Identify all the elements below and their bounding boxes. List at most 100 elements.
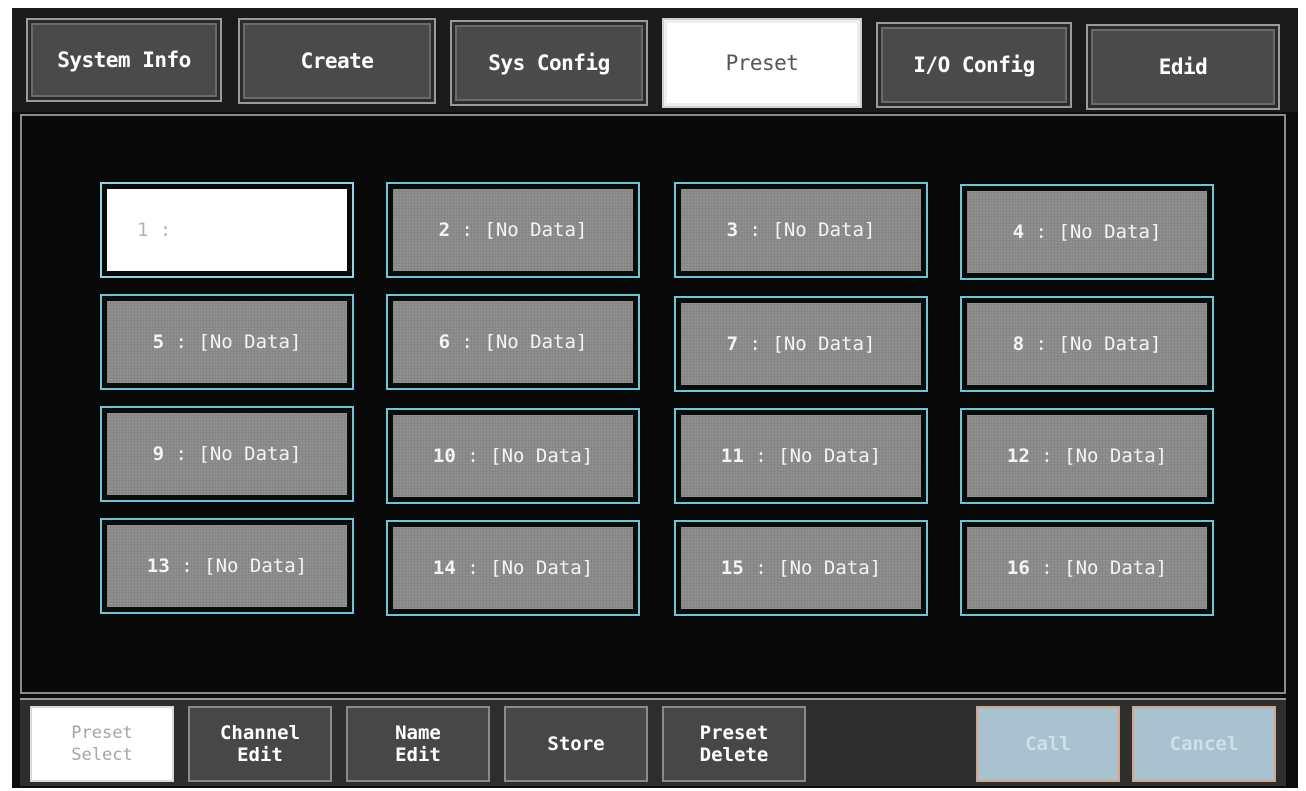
- preset-name: [No Data]: [1058, 333, 1162, 355]
- preset-select-button[interactable]: Preset Select: [30, 706, 174, 782]
- preset-button-2[interactable]: 2 : [No Data]: [386, 182, 640, 278]
- preset-number: 7: [726, 333, 739, 355]
- button-label-line: Delete: [699, 744, 769, 766]
- preset-face: 6 : [No Data]: [393, 301, 633, 383]
- preset-face: 14 : [No Data]: [393, 527, 633, 609]
- preset-delete-button[interactable]: Preset Delete: [662, 706, 806, 782]
- button-label-line: Edit: [395, 744, 441, 766]
- preset-number: 10: [432, 445, 456, 467]
- preset-number: 13: [146, 555, 170, 577]
- preset-button-12[interactable]: 12 : [No Data]: [960, 408, 1214, 504]
- button-label-line: Preset: [71, 723, 133, 743]
- preset-face: 15 : [No Data]: [681, 527, 921, 609]
- preset-face: 16 : [No Data]: [967, 527, 1207, 609]
- preset-separator: :: [1024, 333, 1059, 355]
- preset-face: 4 : [No Data]: [967, 191, 1207, 273]
- preset-button-8[interactable]: 8 : [No Data]: [960, 296, 1214, 392]
- preset-separator: :: [1029, 557, 1065, 579]
- preset-name: [No Data]: [1064, 445, 1168, 467]
- tab-edid[interactable]: Edid: [1086, 24, 1280, 110]
- preset-number: 4: [1012, 221, 1025, 243]
- preset-button-5[interactable]: 5 : [No Data]: [100, 294, 354, 390]
- preset-separator: :: [455, 557, 491, 579]
- preset-face: 8 : [No Data]: [967, 303, 1207, 385]
- preset-face: 13 : [No Data]: [107, 525, 347, 607]
- preset-number: 5: [152, 331, 165, 353]
- preset-separator: :: [169, 555, 205, 577]
- preset-number: 15: [720, 557, 744, 579]
- preset-separator: :: [455, 445, 491, 467]
- preset-number: 8: [1012, 333, 1025, 355]
- preset-button-1[interactable]: 1 :: [100, 182, 354, 278]
- cancel-button[interactable]: Cancel: [1132, 706, 1276, 782]
- preset-button-13[interactable]: 13 : [No Data]: [100, 518, 354, 614]
- preset-name: [No Data]: [1064, 557, 1168, 579]
- bottom-action-bar: Preset Select Channel Edit Name Edit Sto…: [20, 698, 1286, 786]
- store-button[interactable]: Store: [504, 706, 648, 782]
- preset-button-9[interactable]: 9 : [No Data]: [100, 406, 354, 502]
- channel-edit-button[interactable]: Channel Edit: [188, 706, 332, 782]
- button-label-line: Select: [71, 745, 133, 765]
- preset-name: [No Data]: [778, 557, 882, 579]
- preset-number: 16: [1006, 557, 1030, 579]
- preset-name: [No Data]: [484, 219, 588, 241]
- preset-button-4[interactable]: 4 : [No Data]: [960, 184, 1214, 280]
- preset-separator: :: [1024, 221, 1059, 243]
- preset-number: 14: [432, 557, 456, 579]
- preset-face: 12 : [No Data]: [967, 415, 1207, 497]
- preset-button-7[interactable]: 7 : [No Data]: [674, 296, 928, 392]
- name-edit-button[interactable]: Name Edit: [346, 706, 490, 782]
- preset-button-15[interactable]: 15 : [No Data]: [674, 520, 928, 616]
- preset-number: 1: [137, 219, 149, 241]
- tab-bar: System Info Create Sys Config Preset I/O…: [12, 8, 1298, 112]
- preset-name: [No Data]: [198, 443, 302, 465]
- preset-button-11[interactable]: 11 : [No Data]: [674, 408, 928, 504]
- preset-button-3[interactable]: 3 : [No Data]: [674, 182, 928, 278]
- preset-face: 5 : [No Data]: [107, 301, 347, 383]
- preset-name: [No Data]: [772, 219, 876, 241]
- preset-name: [No Data]: [198, 331, 302, 353]
- tab-preset[interactable]: Preset: [662, 18, 862, 108]
- preset-separator: :: [1029, 445, 1065, 467]
- call-button[interactable]: Call: [976, 706, 1120, 782]
- preset-face: 9 : [No Data]: [107, 413, 347, 495]
- button-label-line: Preset: [699, 722, 769, 744]
- preset-button-16[interactable]: 16 : [No Data]: [960, 520, 1214, 616]
- preset-separator: :: [738, 219, 773, 241]
- tab-io-config[interactable]: I/O Config: [876, 22, 1072, 108]
- button-label-line: Channel: [219, 722, 301, 744]
- button-label-line: Edit: [237, 744, 283, 766]
- preset-face: 2 : [No Data]: [393, 189, 633, 271]
- preset-separator: :: [743, 557, 779, 579]
- preset-button-10[interactable]: 10 : [No Data]: [386, 408, 640, 504]
- tab-create[interactable]: Create: [238, 18, 436, 104]
- preset-panel: 1 : 2 : [No Data] 3 : [No Data] 4 : [No …: [20, 114, 1286, 694]
- preset-name: [No Data]: [772, 333, 876, 355]
- preset-name: [No Data]: [490, 445, 594, 467]
- button-label-line: Name: [395, 722, 441, 744]
- preset-separator: :: [148, 219, 183, 241]
- preset-number: 9: [152, 443, 165, 465]
- preset-separator: :: [164, 331, 199, 353]
- preset-face: 10 : [No Data]: [393, 415, 633, 497]
- preset-name: [No Data]: [490, 557, 594, 579]
- preset-face: 11 : [No Data]: [681, 415, 921, 497]
- preset-face: 1 :: [107, 189, 347, 271]
- button-label-line: Cancel: [1169, 733, 1239, 755]
- preset-number: 3: [726, 219, 739, 241]
- preset-separator: :: [450, 219, 485, 241]
- preset-button-6[interactable]: 6 : [No Data]: [386, 294, 640, 390]
- preset-separator: :: [743, 445, 779, 467]
- preset-name: [No Data]: [1058, 221, 1162, 243]
- preset-separator: :: [738, 333, 773, 355]
- button-label-line: Store: [547, 733, 605, 755]
- tab-system-info[interactable]: System Info: [26, 18, 222, 102]
- preset-face: 7 : [No Data]: [681, 303, 921, 385]
- preset-face: 3 : [No Data]: [681, 189, 921, 271]
- tab-sys-config[interactable]: Sys Config: [450, 20, 648, 106]
- preset-number: 6: [438, 331, 451, 353]
- preset-name: [No Data]: [484, 331, 588, 353]
- preset-separator: :: [164, 443, 199, 465]
- preset-button-14[interactable]: 14 : [No Data]: [386, 520, 640, 616]
- preset-number: 11: [720, 445, 744, 467]
